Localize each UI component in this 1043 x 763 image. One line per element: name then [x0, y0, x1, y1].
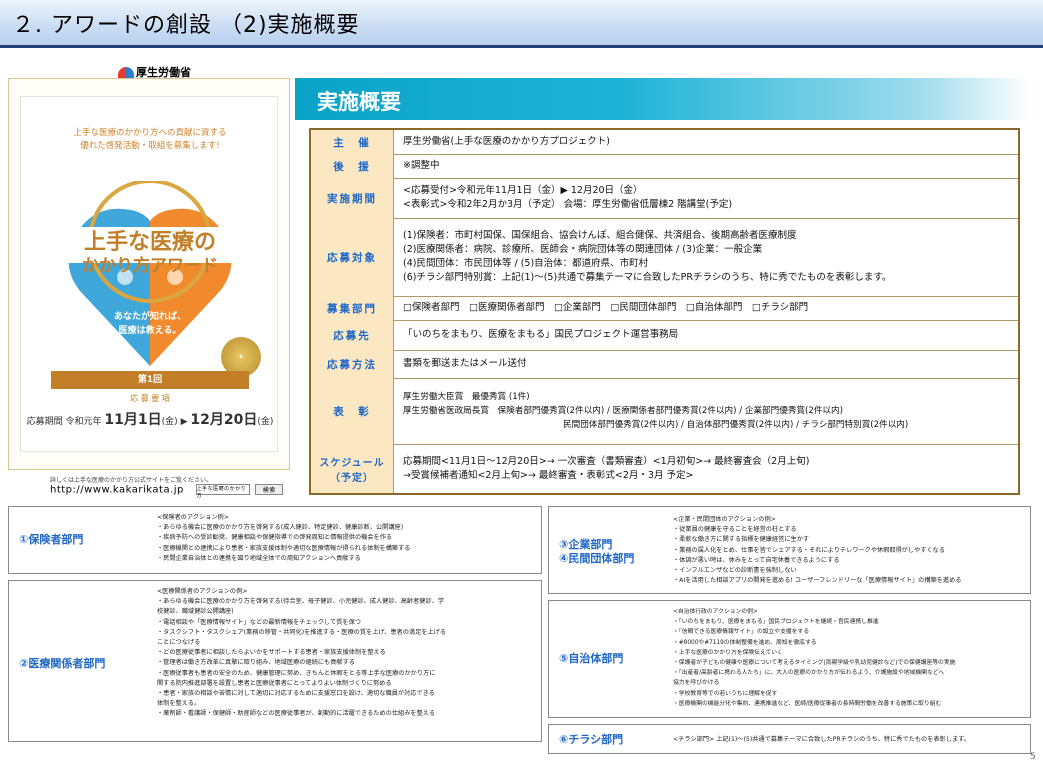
poster-period: 応募期間 令和元年 11月1日(金) ▶ 12月20日(金): [21, 409, 279, 429]
row-value: 厚生労働省(上手な医療のかかり方プロジェクト): [403, 136, 610, 147]
poster-search-box: 上手な医療のかかり方: [195, 484, 250, 499]
period-arrow: ▶: [180, 417, 188, 427]
award-title-2: かかり方アワード: [82, 255, 218, 275]
table-row: 後 援 ※調整中: [311, 154, 1018, 179]
category-text: <医療関係者のアクションの例> ・あらゆる機会に医療のかかり方を啓発する(待合室…: [157, 588, 447, 718]
category-box-medical: ②医療関係者部門 <医療関係者のアクションの例> ・あらゆる機会に医療のかかり方…: [8, 580, 542, 742]
category-box-flyer: ⑥チラシ部門 <チラシ部門> 上記(1)〜(5)共通で募集テーマに合致したPRチ…: [548, 724, 1031, 754]
category-label: ⑥チラシ部門: [559, 733, 624, 746]
row-value: ※調整中: [403, 160, 440, 171]
poster-lead-line-2: 優れた啓発活動・取組を募集します!: [80, 141, 220, 151]
category-text: <企業・民間団体のアクションの例> ・従業員の健康を守ることを経営の柱とする ・…: [673, 516, 962, 585]
category-label: ⑤自治体部門: [559, 652, 624, 665]
category-box-company: ③企業部門 ④民間団体部門 <企業・民間団体のアクションの例> ・従業員の健康を…: [548, 506, 1031, 594]
slide-title-bar: ２. アワードの創設 （2)実施概要: [0, 0, 1043, 48]
heart-text-1: あなたが知れば、: [114, 310, 186, 321]
award-title-1: 上手な医療の: [84, 229, 216, 254]
poster-round: 第1回: [51, 371, 249, 389]
row-value: 「いのちをまもり、医療をまもる」国民プロジェクト運営事務局: [403, 329, 679, 340]
period-prefix: 応募期間: [26, 417, 63, 427]
period-era: 令和元年: [65, 417, 102, 427]
award-poster: 上手な医療のかかり方への貢献に資する 優れた啓発活動・取組を募集します! 上手な…: [20, 96, 278, 452]
poster-url-line: http://www.kakarikata.jp 上手な医療のかかり方 検索: [50, 484, 284, 499]
row-value: 書類を郵送またはメール送付: [403, 358, 527, 369]
period-start-day: (金): [161, 417, 178, 427]
table-row: 応募先 「いのちをまもり、医療をまもる」国民プロジェクト運営事務局: [311, 320, 1018, 351]
page-number: 5: [1030, 752, 1036, 762]
row-label: スケジュール （予定）: [311, 444, 394, 493]
period-end: 12月20日: [190, 412, 258, 428]
table-row: 応募方法 書類を郵送またはメール送付: [311, 350, 1018, 379]
row-label: 募集部門: [311, 296, 394, 320]
row-label: 応募対象: [311, 218, 394, 296]
category-box-municipality: ⑤自治体部門 <自治体行政のアクションの例> ・「いのちをまもり、医療をまもる」…: [548, 600, 1031, 718]
table-row: 募集部門 □保険者部門 □医療関係者部門 □企業部門 □民間団体部門 □自治体部…: [311, 296, 1018, 321]
category-box-insurer: ①保険者部門 <保険者のアクション例> ・あらゆる機会に医療のかかり方を啓発する…: [8, 506, 542, 574]
category-label: ①保険者部門: [19, 533, 84, 546]
period-end-day: (金): [257, 417, 274, 427]
poster-search-button: 検索: [255, 484, 284, 495]
row-value: 応募期間<11月1日〜12月20日>→ 一次審査（書類審査）<1月初旬>→ 最終…: [403, 455, 810, 481]
row-label: 主 催: [311, 130, 394, 154]
category-label: ③企業部門 ④民間団体部門: [559, 538, 635, 565]
row-label: 応募先: [311, 320, 394, 350]
row-value: □保険者部門 □医療関係者部門 □企業部門 □民間団体部門 □自治体部門 □チラ…: [403, 302, 809, 313]
row-value: 厚生労働大臣賞 最優秀賞 (1件) 厚生労働省医政局長賞 保険者部門優秀賞(2件以…: [403, 392, 909, 430]
row-label: 後 援: [311, 154, 394, 178]
table-row: 応募対象 (1)保険者：市町村国保、国保組合、協会けんぽ、組合健保、共済組合、後…: [311, 218, 1018, 297]
heart-illustration: 上手な医療の かかり方アワード あなたが知れば、 医療は救える。: [67, 181, 233, 366]
poster-note: 詳しくは上手な医療のかかり方公式サイトをご覧ください。: [50, 477, 213, 484]
poster-requirements: 応 募 要 項: [130, 394, 170, 403]
category-label: ②医療関係者部門: [19, 657, 106, 670]
period-start: 11月1日: [104, 412, 162, 428]
row-label: 応募方法: [311, 350, 394, 378]
row-label: 実施期間: [311, 178, 394, 218]
row-label: 表 彰: [311, 378, 394, 444]
category-text: <保険者のアクション例> ・あらゆる機会に医療のかかり方を啓発する(成人健診、特…: [157, 514, 411, 562]
table-row: スケジュール （予定） 応募期間<11月1日〜12月20日>→ 一次審査（書類審…: [311, 444, 1018, 493]
table-row: 実施期間 <応募受付>令和元年11月1日（金）▶ 12月20日（金） <表彰式>令…: [311, 178, 1018, 219]
row-value: <応募受付>令和元年11月1日（金）▶ 12月20日（金） <表彰式>令和2年2月…: [403, 185, 733, 210]
overview-table: 主 催 厚生労働省(上手な医療のかかり方プロジェクト) 後 援 ※調整中 実施期…: [309, 128, 1020, 495]
overview-header: 実施概要: [295, 78, 1030, 120]
category-text: <自治体行政のアクションの例> ・「いのちをまもり、医療をまもる」国民プロジェク…: [673, 609, 956, 707]
table-row: 主 催 厚生労働省(上手な医療のかかり方プロジェクト): [311, 130, 1018, 155]
category-text: <チラシ部門> 上記(1)〜(5)共通で募集テーマに合致したPRチラシのうち、特…: [673, 736, 970, 743]
table-row: 表 彰 厚生労働大臣賞 最優秀賞 (1件) 厚生労働省医政局長賞 保険者部門優秀賞…: [311, 378, 1018, 445]
heart-text-2: 医療は救える。: [119, 324, 182, 335]
row-value: (1)保険者：市町村国保、国保組合、協会けんぽ、組合健保、共済組合、後期高齢者医…: [403, 230, 892, 283]
slide-title: ２. アワードの創設 （2)実施概要: [12, 13, 360, 38]
overview-heading: 実施概要: [317, 90, 401, 114]
poster-lead-line-1: 上手な医療のかかり方への貢献に資する: [73, 128, 227, 138]
poster-url[interactable]: http://www.kakarikata.jp: [50, 485, 184, 496]
